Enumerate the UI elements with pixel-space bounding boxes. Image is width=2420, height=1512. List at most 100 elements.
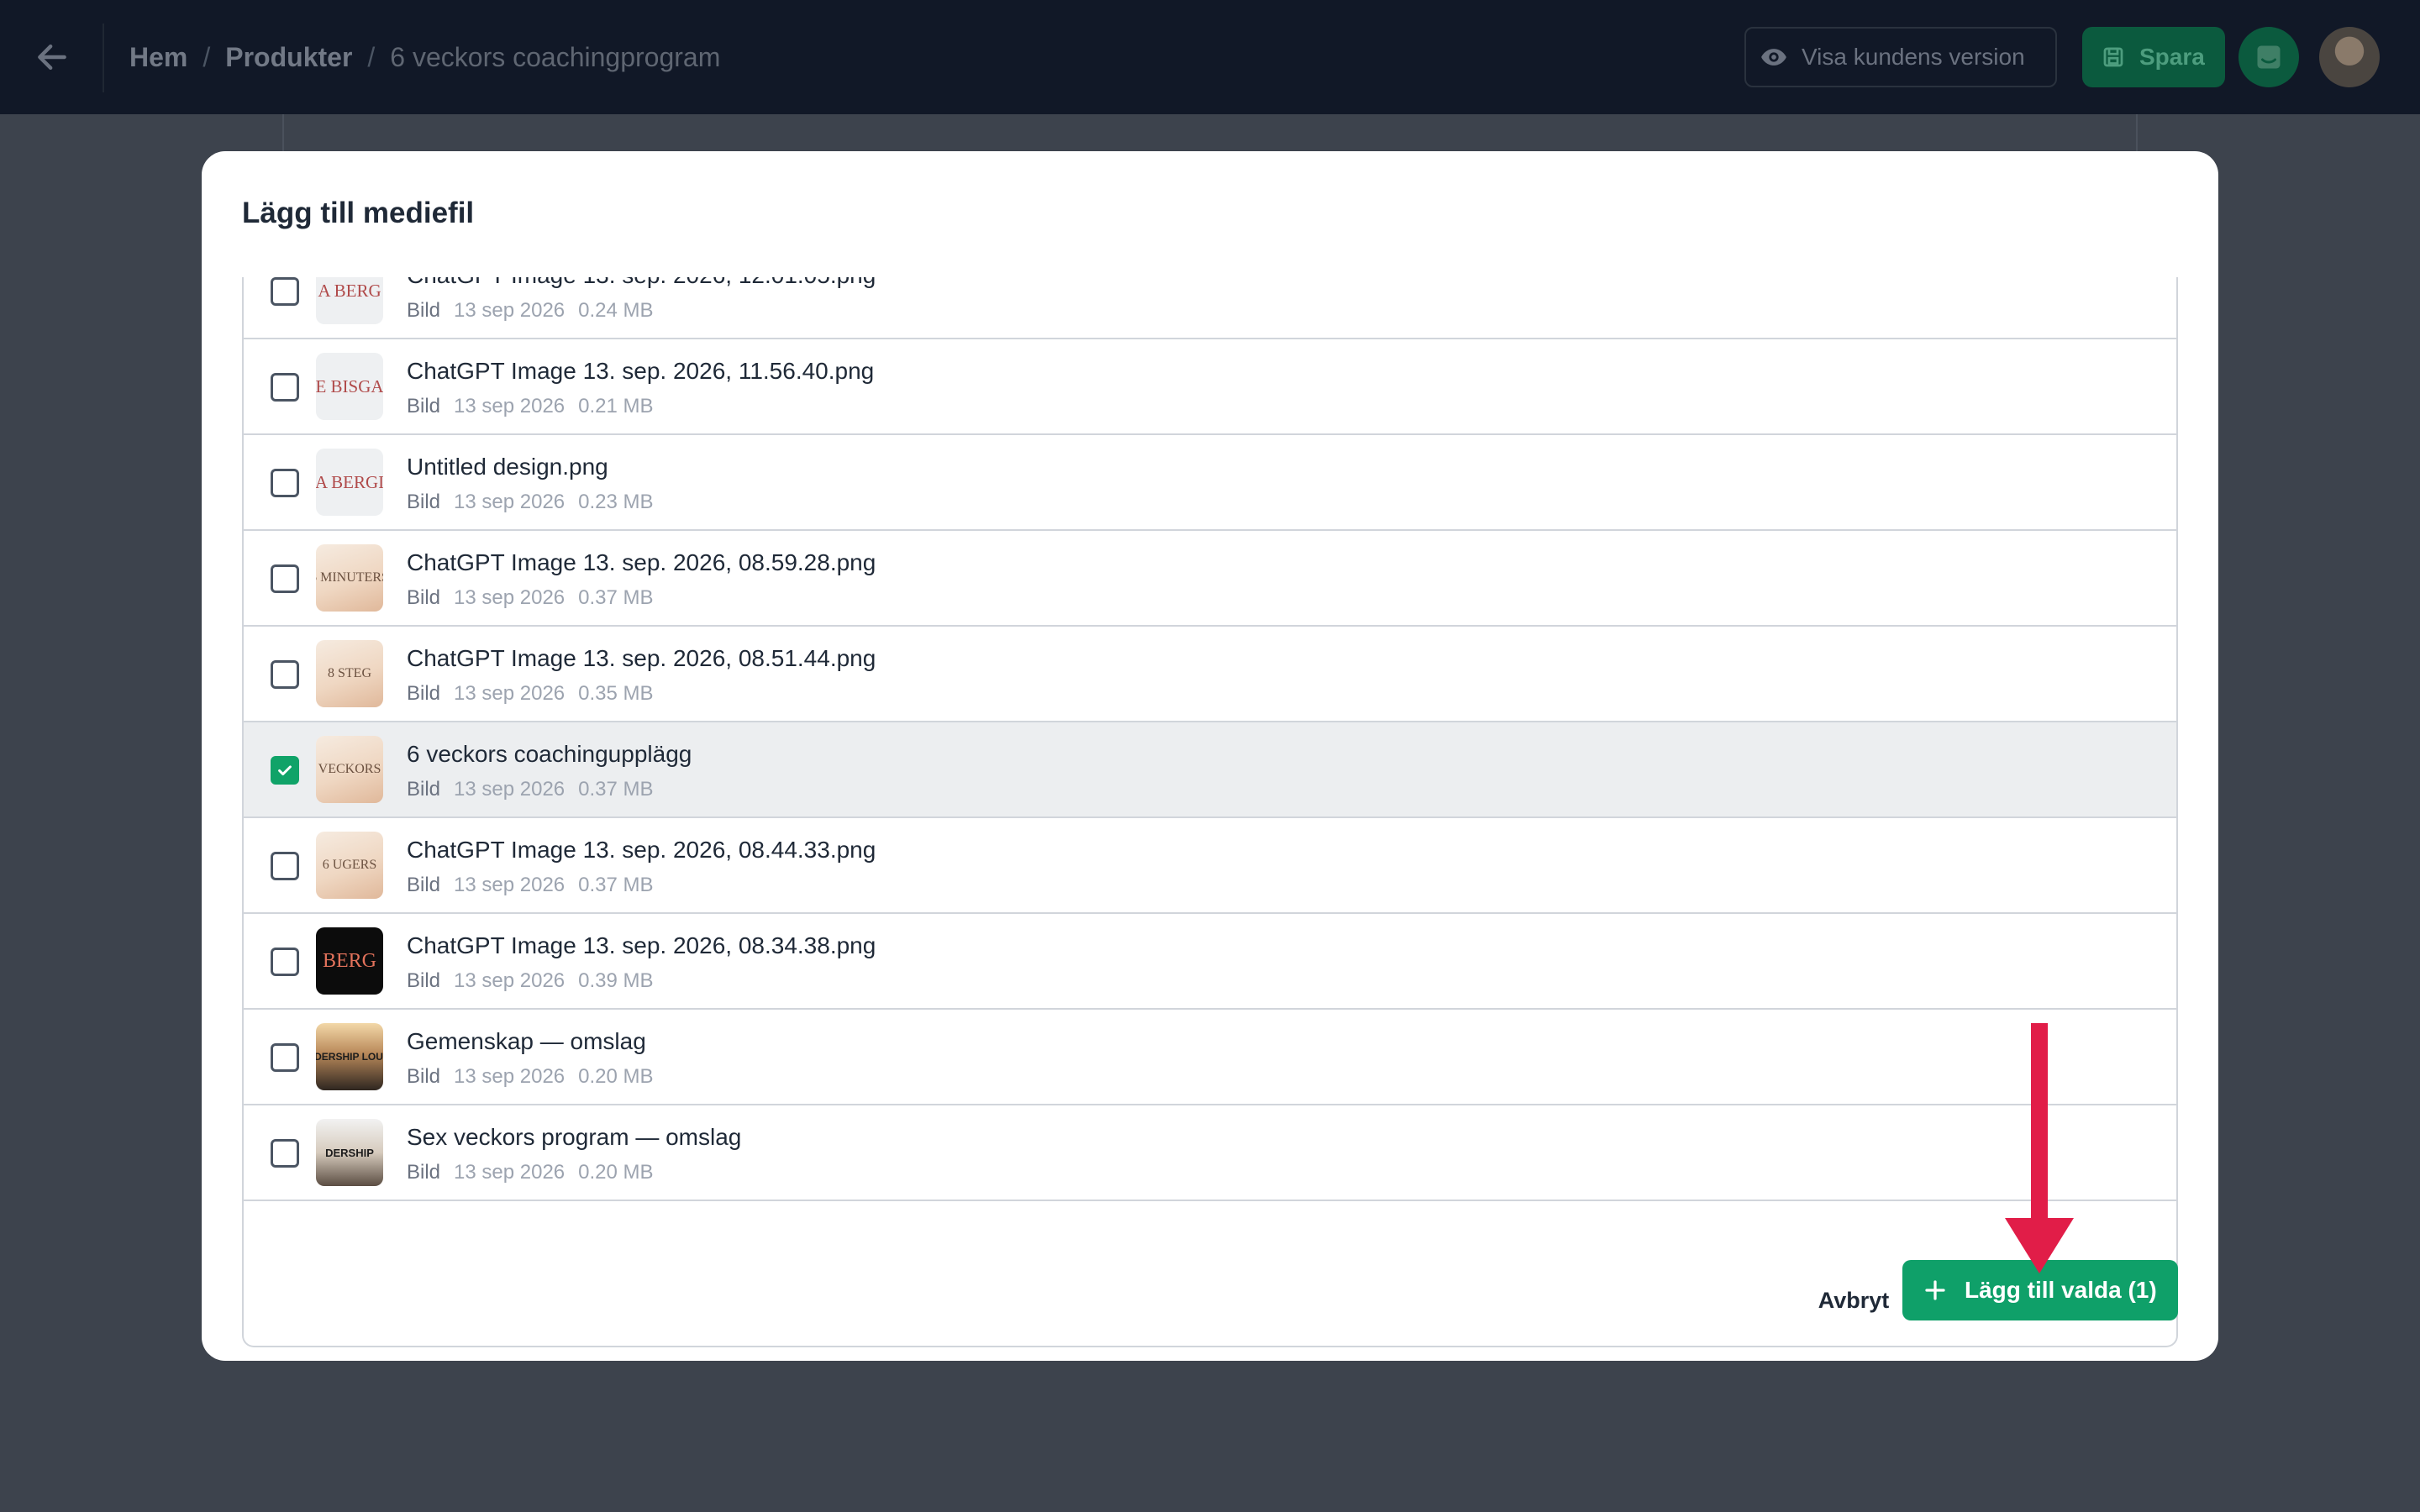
file-name: ChatGPT Image 13. sep. 2026, 08.51.44.pn… [407,645,876,671]
file-type: Bild [407,299,441,322]
file-name: Gemenskap — omslag [407,1028,646,1054]
media-file-row[interactable]: DERSHIP Sex veckors program — omslag Bild 1… [244,1105,2176,1201]
file-name: ChatGPT Image 13. sep. 2026, 12.01.05.pn… [407,277,876,289]
file-name: ChatGPT Image 13. sep. 2026, 08.44.33.pn… [407,837,876,863]
breadcrumb-separator: / [203,41,211,72]
file-thumbnail: A BERG [316,277,383,324]
add-selected-button[interactable]: Lägg till valda (1) [1902,1260,2178,1320]
file-size: 0.20 MB [578,1065,654,1088]
top-bar: Hem / Produkter / 6 veckors coachingprog… [0,0,2420,114]
visa-kundens-version-button[interactable]: Visa kundens version [1744,27,2057,87]
breadcrumb: Hem / Produkter / 6 veckors coachingprog… [129,34,720,81]
file-type: Bild [407,969,441,992]
file-name: Sex veckors program — omslag [407,1124,742,1150]
file-date: 13 sep 2026 [454,395,566,417]
file-checkbox[interactable] [271,1139,299,1168]
file-thumbnail: 5 MINUTERS [316,544,383,612]
media-file-row[interactable]: 8 STEG ChatGPT Image 13. sep. 2026, 08.51… [244,627,2176,722]
file-checkbox[interactable] [271,373,299,402]
file-date: 13 sep 2026 [454,1161,566,1184]
file-type: Bild [407,586,441,609]
file-size: 0.39 MB [578,969,654,992]
media-list-scroll[interactable]: A BERG ChatGPT Image 13. sep. 2026, 12.01… [242,277,2178,1347]
file-date: 13 sep 2026 [454,969,566,992]
file-type: Bild [407,874,441,896]
file-meta: Bild 13 sep 2026 0.37 MB [407,586,654,610]
file-name: ChatGPT Image 13. sep. 2026, 11.56.40.pn… [407,358,875,384]
file-checkbox[interactable] [271,852,299,880]
breadcrumb-hem[interactable]: Hem [129,42,187,73]
media-file-row[interactable]: A BERG ChatGPT Image 13. sep. 2026, 12.01… [244,277,2176,339]
file-meta: Bild 13 sep 2026 0.37 MB [407,874,654,897]
file-meta: Bild 13 sep 2026 0.35 MB [407,682,654,706]
file-date: 13 sep 2026 [454,778,566,801]
file-checkbox[interactable] [271,277,299,306]
file-type: Bild [407,1065,441,1088]
file-date: 13 sep 2026 [454,874,566,896]
chat-icon [2257,45,2281,69]
file-name: ChatGPT Image 13. sep. 2026, 08.59.28.pn… [407,549,876,575]
file-meta: Bild 13 sep 2026 0.39 MB [407,969,654,993]
plus-icon [1925,1280,1945,1300]
file-meta: Bild 13 sep 2026 0.23 MB [407,491,654,514]
file-checkbox[interactable] [271,1043,299,1072]
save-button[interactable]: Spara [2082,27,2225,87]
file-thumbnail: VECKORS [316,736,383,803]
media-file-row[interactable]: A BERGI Untitled design.png Bild 13 sep 202… [244,435,2176,531]
file-meta: Bild 13 sep 2026 0.20 MB [407,1161,654,1184]
header-divider [103,24,104,92]
file-type: Bild [407,682,441,705]
file-date: 13 sep 2026 [454,1065,566,1088]
visa-label: Visa kundens version [1802,44,2025,70]
media-list: A BERG ChatGPT Image 13. sep. 2026, 12.01… [242,277,2178,1347]
file-checkbox[interactable] [271,948,299,976]
file-thumbnail: 6 UGERS [316,832,383,899]
file-size: 0.20 MB [578,1161,654,1184]
file-thumbnail: E BISGA [316,353,383,420]
file-date: 13 sep 2026 [454,682,566,705]
file-name: Untitled design.png [407,454,608,480]
breadcrumb-produkter[interactable]: Produkter [225,42,352,73]
file-date: 13 sep 2026 [454,491,566,513]
file-meta: Bild 13 sep 2026 0.37 MB [407,778,654,801]
file-size: 0.37 MB [578,586,654,609]
back-arrow-icon[interactable] [25,30,79,84]
file-type: Bild [407,1161,441,1184]
file-size: 0.23 MB [578,491,654,513]
file-thumbnail: BERG [316,927,383,995]
file-thumbnail: DERSHIP [316,1119,383,1186]
file-thumbnail: LEADERSHIP LOUNGE [316,1023,383,1090]
file-size: 0.37 MB [578,778,654,801]
media-file-row[interactable]: VECKORS 6 veckors coachingupplägg Bild 13 s… [244,722,2176,818]
file-thumbnail: A BERGI [316,449,383,516]
file-checkbox[interactable] [271,469,299,497]
file-date: 13 sep 2026 [454,586,566,609]
file-type: Bild [407,778,441,801]
file-size: 0.24 MB [578,299,654,322]
media-file-row[interactable]: E BISGA ChatGPT Image 13. sep. 2026, 11.5… [244,339,2176,435]
cancel-button[interactable]: Avbryt [1793,1277,1914,1324]
file-checkbox[interactable] [271,756,299,785]
add-selected-label: Lägg till valda (1) [1965,1277,2157,1303]
file-meta: Bild 13 sep 2026 0.21 MB [407,395,654,418]
save-icon [2103,47,2123,67]
breadcrumb-current: 6 veckors coachingprogram [390,41,721,72]
eye-icon [1761,49,1786,66]
breadcrumb-separator: / [367,41,376,72]
media-file-row[interactable]: 6 UGERS ChatGPT Image 13. sep. 2026, 08.4… [244,818,2176,914]
file-meta: Bild 13 sep 2026 0.20 MB [407,1065,654,1089]
file-size: 0.21 MB [578,395,654,417]
media-file-row[interactable]: BERG ChatGPT Image 13. sep. 2026, 08.34.3… [244,914,2176,1010]
chat-button[interactable] [2238,27,2299,87]
modal-title: Lägg till mediefil [242,197,475,229]
save-label: Spara [2139,44,2205,70]
media-file-row[interactable]: LEADERSHIP LOUNGE Gemenskap — omslag Bild 1… [244,1010,2176,1105]
file-checkbox[interactable] [271,564,299,593]
file-meta: Bild 13 sep 2026 0.24 MB [407,299,654,323]
media-file-row[interactable]: 5 MINUTERS ChatGPT Image 13. sep. 2026, 0… [244,531,2176,627]
file-type: Bild [407,491,441,513]
file-type: Bild [407,395,441,417]
user-avatar[interactable] [2319,27,2380,87]
file-checkbox[interactable] [271,660,299,689]
checkmark-icon [278,765,292,776]
